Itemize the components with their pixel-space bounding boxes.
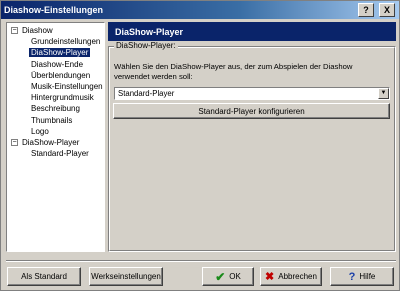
- tree-item-selected[interactable]: DiaShow-Player: [9, 47, 104, 58]
- factory-settings-button[interactable]: Werkseinstellungen: [89, 267, 163, 286]
- panel-header: DiaShow-Player: [108, 22, 396, 41]
- settings-dialog: Diashow-Einstellungen ? X − Diashow Grun…: [0, 0, 400, 291]
- tree-item[interactable]: Musik-Einstellungen: [9, 81, 104, 92]
- collapse-icon[interactable]: −: [11, 27, 18, 34]
- tree-item[interactable]: Überblendungen: [9, 70, 104, 81]
- tree-item-label: Grundeinstellungen: [31, 37, 101, 47]
- tree-item[interactable]: Standard-Player: [9, 148, 104, 159]
- window-title: Diashow-Einstellungen: [4, 5, 104, 15]
- tree-item-label: Musik-Einstellungen: [31, 81, 103, 91]
- cancel-button[interactable]: ✖ Abbrechen: [260, 267, 322, 286]
- player-groupbox: DiaShow-Player: Wählen Sie den DiaShow-P…: [108, 41, 396, 252]
- tree-node-diashow-player[interactable]: − DiaShow-Player: [9, 137, 104, 148]
- group-label: DiaShow-Player:: [114, 41, 178, 50]
- close-icon: X: [383, 5, 390, 15]
- player-select[interactable]: Standard-Player ▼: [114, 87, 390, 100]
- tree-item[interactable]: Logo: [9, 126, 104, 137]
- tree-item[interactable]: Beschreibung: [9, 103, 104, 114]
- tree-item-label: Beschreibung: [31, 104, 80, 114]
- tree-node-label: DiaShow-Player: [22, 137, 80, 147]
- tree-item-label: Logo: [31, 126, 49, 136]
- checkmark-icon: ✔: [215, 269, 226, 284]
- question-mark-icon: ?: [348, 270, 356, 283]
- tree-item[interactable]: Diashow-Ende: [9, 59, 104, 70]
- help-icon: ?: [363, 5, 369, 15]
- tree-item[interactable]: Grundeinstellungen: [9, 36, 104, 47]
- tree-item-label: DiaShow-Player: [29, 48, 91, 58]
- tree-node-label: Diashow: [22, 26, 53, 35]
- configure-player-button[interactable]: Standard-Player konfigurieren: [113, 103, 390, 119]
- tree-node-diashow[interactable]: − Diashow: [9, 25, 104, 36]
- ok-button[interactable]: ✔ OK: [202, 267, 254, 286]
- as-default-button[interactable]: Als Standard: [7, 267, 81, 286]
- title-bar[interactable]: Diashow-Einstellungen ? X: [1, 1, 399, 19]
- help-label: Hilfe: [359, 272, 376, 281]
- tree-item[interactable]: Thumbnails: [9, 115, 104, 126]
- collapse-icon[interactable]: −: [11, 138, 18, 146]
- tree-item-label: Überblendungen: [31, 70, 91, 80]
- ok-label: OK: [229, 272, 241, 281]
- tree-item-label: Hintergrundmusik: [31, 93, 94, 103]
- footer-separator: [6, 260, 396, 262]
- settings-tree[interactable]: − Diashow Grundeinstellungen DiaShow-Pla…: [6, 22, 105, 252]
- tree-item-label: Diashow-Ende: [31, 59, 84, 69]
- dropdown-arrow-icon[interactable]: ▼: [378, 88, 389, 99]
- close-button[interactable]: X: [379, 3, 395, 17]
- cancel-x-icon: ✖: [265, 271, 275, 283]
- player-select-value: Standard-Player: [118, 89, 175, 98]
- tree-item[interactable]: Hintergrundmusik: [9, 92, 104, 103]
- panel-title: DiaShow-Player: [115, 26, 184, 37]
- factory-settings-label: Werkseinstellungen: [91, 272, 161, 281]
- configure-player-label: Standard-Player konfigurieren: [198, 106, 305, 116]
- description-text: Wählen Sie den DiaShow-Player aus, der z…: [114, 62, 353, 81]
- cancel-label: Abbrechen: [278, 272, 317, 281]
- help-title-button[interactable]: ?: [358, 3, 374, 17]
- help-button[interactable]: ? Hilfe: [330, 267, 394, 286]
- tree-item-label: Thumbnails: [31, 115, 73, 125]
- as-default-label: Als Standard: [21, 272, 67, 281]
- tree-item-label: Standard-Player: [31, 149, 89, 159]
